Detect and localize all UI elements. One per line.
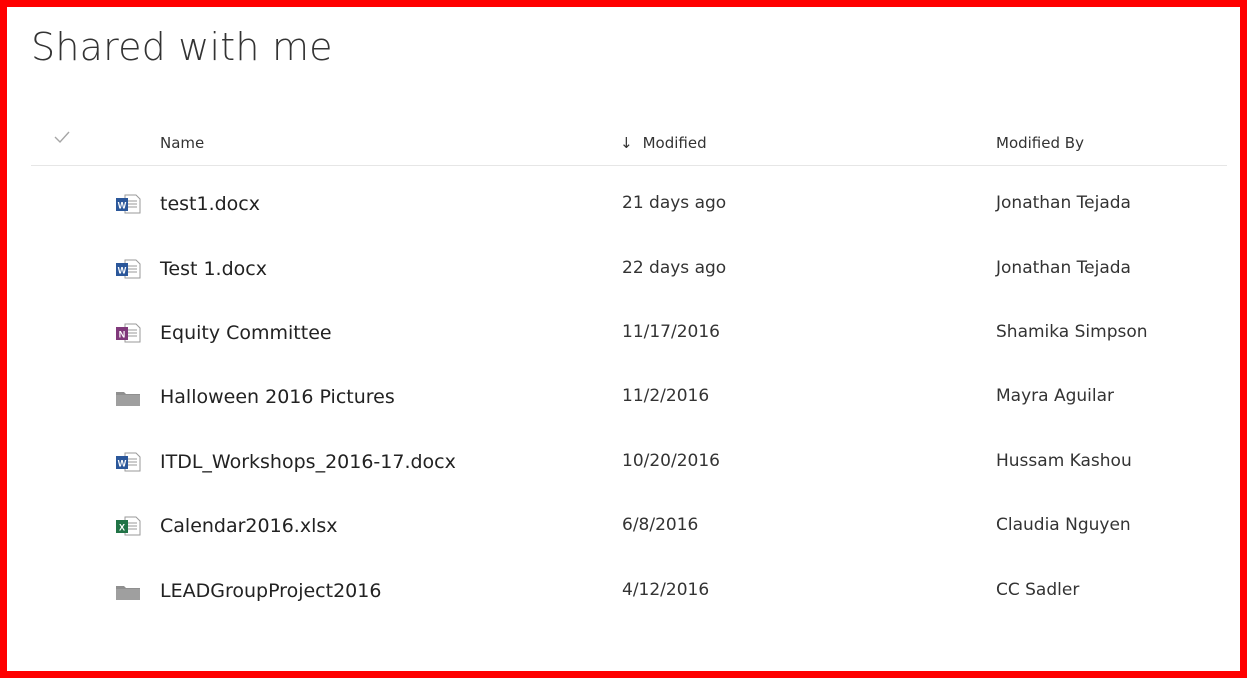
file-name[interactable]: Equity Committee: [160, 322, 332, 344]
modified-by: Hussam Kashou: [996, 451, 1132, 471]
onenote-file-icon: N: [115, 322, 141, 344]
select-all-check-icon[interactable]: [53, 129, 71, 144]
svg-text:W: W: [118, 266, 127, 276]
table-row[interactable]: W ITDL_Workshops_2016-17.docx 10/20/2016…: [31, 443, 1227, 483]
modified-date: 6/8/2016: [622, 515, 699, 535]
svg-text:X: X: [119, 523, 125, 533]
folder-icon: [115, 386, 141, 408]
modified-by: Jonathan Tejada: [996, 193, 1131, 213]
svg-text:W: W: [118, 459, 127, 469]
table-row[interactable]: W Test 1.docx 22 days ago Jonathan Tejad…: [31, 250, 1227, 290]
file-name[interactable]: Halloween 2016 Pictures: [160, 386, 395, 408]
modified-date: 11/17/2016: [622, 322, 720, 342]
svg-text:N: N: [119, 330, 126, 340]
table-row[interactable]: N Equity Committee 11/17/2016 Shamika Si…: [31, 314, 1227, 354]
modified-by: Claudia Nguyen: [996, 515, 1131, 535]
file-name[interactable]: test1.docx: [160, 193, 260, 215]
word-file-icon: W: [115, 451, 141, 473]
column-header-modified[interactable]: ↓ Modified: [620, 134, 707, 152]
modified-by: CC Sadler: [996, 580, 1080, 600]
file-name[interactable]: Test 1.docx: [160, 258, 267, 280]
file-name[interactable]: ITDL_Workshops_2016-17.docx: [160, 451, 456, 473]
table-row[interactable]: W test1.docx 21 days ago Jonathan Tejada: [31, 185, 1227, 225]
page-title: Shared with me: [31, 25, 333, 69]
red-highlight-frame: Shared with me Name ↓ Modified Modified B…: [0, 0, 1247, 678]
modified-by: Jonathan Tejada: [996, 258, 1131, 278]
table-row[interactable]: X Calendar2016.xlsx 6/8/2016 Claudia Ngu…: [31, 507, 1227, 547]
sort-descending-icon: ↓: [620, 134, 633, 152]
modified-by: Shamika Simpson: [996, 322, 1148, 342]
table-row[interactable]: Halloween 2016 Pictures 11/2/2016 Mayra …: [31, 378, 1227, 418]
folder-icon: [115, 580, 141, 602]
file-name[interactable]: LEADGroupProject2016: [160, 580, 381, 602]
word-file-icon: W: [115, 193, 141, 215]
column-header-modified-label: Modified: [642, 134, 707, 152]
modified-date: 22 days ago: [622, 258, 727, 278]
column-header-modified-by[interactable]: Modified By: [996, 134, 1084, 152]
column-header-row: Name ↓ Modified Modified By: [31, 125, 1227, 166]
file-name[interactable]: Calendar2016.xlsx: [160, 515, 338, 537]
table-row[interactable]: LEADGroupProject2016 4/12/2016 CC Sadler: [31, 572, 1227, 612]
modified-date: 11/2/2016: [622, 386, 710, 406]
modified-date: 10/20/2016: [622, 451, 720, 471]
word-file-icon: W: [115, 258, 141, 280]
svg-text:W: W: [118, 201, 127, 211]
modified-date: 4/12/2016: [622, 580, 710, 600]
modified-date: 21 days ago: [622, 193, 727, 213]
excel-file-icon: X: [115, 515, 141, 537]
column-header-name[interactable]: Name: [160, 134, 204, 152]
modified-by: Mayra Aguilar: [996, 386, 1115, 406]
